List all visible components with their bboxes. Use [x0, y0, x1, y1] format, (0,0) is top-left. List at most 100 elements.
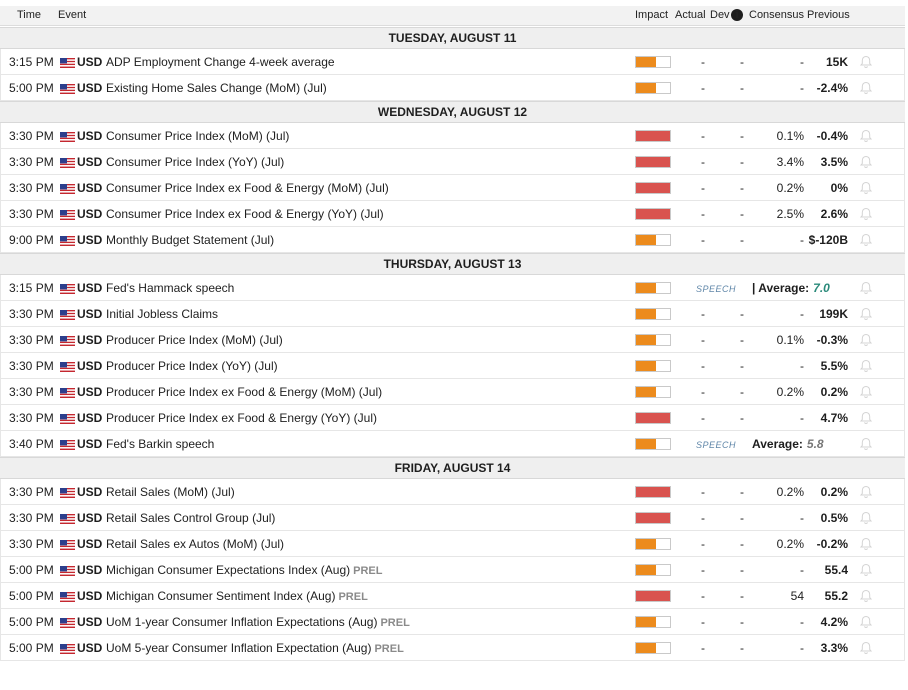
table-row[interactable]: 3:15 PM USD ADP Employment Change 4-week a…	[0, 49, 905, 75]
event-name[interactable]: Monthly Budget Statement (Jul)	[106, 233, 274, 247]
bell-icon[interactable]	[859, 333, 873, 347]
bell-icon[interactable]	[859, 281, 873, 295]
event-name-link[interactable]: Producer Price Index ex Food & Energy (Y…	[106, 411, 377, 425]
event-name-link[interactable]: Initial Jobless Claims	[106, 307, 218, 321]
event-name-link[interactable]: Consumer Price Index ex Food & Energy (M…	[106, 181, 389, 195]
event-name-link[interactable]: Michigan Consumer Expectations Index (Au…	[106, 563, 382, 578]
table-row[interactable]: 3:30 PM USD Consumer Price Index (YoY) (Ju…	[0, 149, 905, 175]
table-row[interactable]: 5:00 PM USD Michigan Consumer Expectations…	[0, 557, 905, 583]
event-name-link[interactable]: Retail Sales Control Group (Jul)	[106, 511, 275, 525]
deviation-value: -	[740, 233, 744, 247]
event-name[interactable]: Consumer Price Index ex Food & Energy (Y…	[106, 207, 384, 221]
table-row[interactable]: 5:00 PM USD UoM 5-year Consumer Inflation …	[0, 635, 905, 661]
previous-value: 15K	[825, 55, 848, 69]
table-row[interactable]: 3:40 PM USD Fed's Barkin speech SPEECH Avera…	[0, 431, 905, 457]
event-name-link[interactable]: Monthly Budget Statement (Jul)	[106, 233, 274, 247]
table-row[interactable]: 3:30 PM USD Producer Price Index ex Food &…	[0, 405, 905, 431]
event-name[interactable]: Producer Price Index (MoM) (Jul)	[106, 333, 283, 347]
average-rating: | Average: 7.0	[752, 281, 830, 295]
info-icon[interactable]: i	[731, 9, 743, 21]
currency-code: USD	[77, 641, 103, 655]
currency-code: USD	[77, 589, 103, 603]
table-row[interactable]: 5:00 PM USD Existing Home Sales Change (Mo…	[0, 75, 905, 101]
event-name[interactable]: Retail Sales (MoM) (Jul)	[106, 485, 235, 499]
bell-icon[interactable]	[859, 563, 873, 577]
event-name[interactable]: Michigan Consumer Sentiment Index (Aug)	[106, 589, 335, 603]
event-name[interactable]: Fed's Barkin speech	[106, 437, 214, 451]
event-name[interactable]: Consumer Price Index (MoM) (Jul)	[106, 129, 289, 143]
bell-icon[interactable]	[859, 511, 873, 525]
table-row[interactable]: 3:30 PM USD Consumer Price Index ex Food &…	[0, 201, 905, 227]
table-row[interactable]: 3:30 PM USD Producer Price Index ex Food &…	[0, 379, 905, 405]
event-name-link[interactable]: UoM 1-year Consumer Inflation Expectatio…	[106, 615, 410, 630]
event-name[interactable]: UoM 1-year Consumer Inflation Expectatio…	[106, 615, 377, 629]
event-name-link[interactable]: Producer Price Index (MoM) (Jul)	[106, 333, 283, 347]
us-flag-icon	[60, 591, 75, 602]
previous-value: -0.3%	[816, 333, 848, 347]
deviation-value: -	[740, 81, 744, 95]
bell-icon[interactable]	[859, 359, 873, 373]
us-flag-icon	[60, 83, 75, 94]
event-name[interactable]: Consumer Price Index ex Food & Energy (M…	[106, 181, 389, 195]
bell-icon[interactable]	[859, 485, 873, 499]
bell-icon[interactable]	[859, 81, 873, 95]
event-name[interactable]: Initial Jobless Claims	[106, 307, 218, 321]
table-row[interactable]: 3:30 PM USD Retail Sales Control Group (Ju…	[0, 505, 905, 531]
table-row[interactable]: 9:00 PM USD Monthly Budget Statement (Jul)…	[0, 227, 905, 253]
bell-icon[interactable]	[859, 641, 873, 655]
event-name-link[interactable]: Michigan Consumer Sentiment Index (Aug) P…	[106, 589, 368, 604]
event-name[interactable]: Fed's Hammack speech	[106, 281, 234, 295]
currency-code: USD	[77, 81, 103, 95]
bell-icon[interactable]	[859, 181, 873, 195]
event-name-link[interactable]: Fed's Hammack speech	[106, 281, 234, 295]
event-name-link[interactable]: Consumer Price Index (YoY) (Jul)	[106, 155, 284, 169]
event-name-link[interactable]: ADP Employment Change 4-week average	[106, 55, 335, 69]
bell-icon[interactable]	[859, 207, 873, 221]
event-name[interactable]: Producer Price Index ex Food & Energy (Y…	[106, 411, 377, 425]
event-name[interactable]: UoM 5-year Consumer Inflation Expectatio…	[106, 641, 371, 655]
bell-icon[interactable]	[859, 615, 873, 629]
impact-fill	[636, 309, 657, 319]
table-row[interactable]: 3:30 PM USD Consumer Price Index (MoM) (Ju…	[0, 123, 905, 149]
event-name[interactable]: Retail Sales ex Autos (MoM) (Jul)	[106, 537, 284, 551]
event-name-link[interactable]: UoM 5-year Consumer Inflation Expectatio…	[106, 641, 404, 656]
bell-icon[interactable]	[859, 129, 873, 143]
event-name-link[interactable]: Producer Price Index (YoY) (Jul)	[106, 359, 278, 373]
bell-icon[interactable]	[859, 589, 873, 603]
event-name-link[interactable]: Producer Price Index ex Food & Energy (M…	[106, 385, 382, 399]
bell-icon[interactable]	[859, 55, 873, 69]
table-row[interactable]: 5:00 PM USD UoM 1-year Consumer Inflation …	[0, 609, 905, 635]
bell-icon[interactable]	[859, 437, 873, 451]
event-time: 3:30 PM	[9, 511, 54, 525]
table-row[interactable]: 3:30 PM USD Retail Sales ex Autos (MoM) (J…	[0, 531, 905, 557]
event-name[interactable]: Producer Price Index ex Food & Energy (M…	[106, 385, 382, 399]
bell-icon[interactable]	[859, 233, 873, 247]
event-name-link[interactable]: Retail Sales ex Autos (MoM) (Jul)	[106, 537, 284, 551]
event-name-link[interactable]: Fed's Barkin speech	[106, 437, 214, 451]
table-row[interactable]: 3:30 PM USD Producer Price Index (MoM) (Ju…	[0, 327, 905, 353]
event-name[interactable]: Michigan Consumer Expectations Index (Au…	[106, 563, 350, 577]
event-name-link[interactable]: Consumer Price Index ex Food & Energy (Y…	[106, 207, 384, 221]
table-row[interactable]: 3:30 PM USD Consumer Price Index ex Food &…	[0, 175, 905, 201]
impact-bar	[635, 642, 671, 654]
previous-value: 0%	[830, 181, 848, 195]
event-name[interactable]: Producer Price Index (YoY) (Jul)	[106, 359, 278, 373]
event-name-link[interactable]: Existing Home Sales Change (MoM) (Jul)	[106, 81, 327, 95]
event-name[interactable]: Consumer Price Index (YoY) (Jul)	[106, 155, 284, 169]
event-name[interactable]: Retail Sales Control Group (Jul)	[106, 511, 275, 525]
table-row[interactable]: 5:00 PM USD Michigan Consumer Sentiment In…	[0, 583, 905, 609]
bell-icon[interactable]	[859, 537, 873, 551]
event-name-link[interactable]: Retail Sales (MoM) (Jul)	[106, 485, 235, 499]
table-row[interactable]: 3:30 PM USD Retail Sales (MoM) (Jul) - - 0.2%…	[0, 479, 905, 505]
table-row[interactable]: 3:30 PM USD Initial Jobless Claims - - - 199K	[0, 301, 905, 327]
impact-fill	[636, 413, 670, 423]
bell-icon[interactable]	[859, 307, 873, 321]
bell-icon[interactable]	[859, 411, 873, 425]
event-name-link[interactable]: Consumer Price Index (MoM) (Jul)	[106, 129, 289, 143]
bell-icon[interactable]	[859, 155, 873, 169]
event-name[interactable]: Existing Home Sales Change (MoM) (Jul)	[106, 81, 327, 95]
event-name[interactable]: ADP Employment Change 4-week average	[106, 55, 335, 69]
table-row[interactable]: 3:30 PM USD Producer Price Index (YoY) (Ju…	[0, 353, 905, 379]
bell-icon[interactable]	[859, 385, 873, 399]
table-row[interactable]: 3:15 PM USD Fed's Hammack speech SPEECH | Av…	[0, 275, 905, 301]
